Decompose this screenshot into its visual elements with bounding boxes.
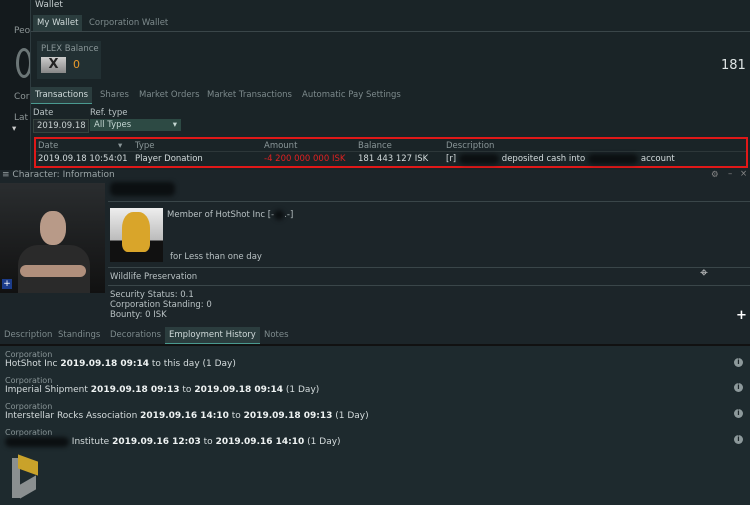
chevron-down-icon[interactable]: ▾ (12, 124, 16, 134)
cell-amount: -4 200 000 000 ISK (264, 154, 346, 164)
tab-my-wallet[interactable]: My Wallet (33, 15, 83, 32)
character-portrait[interactable]: + (0, 183, 105, 293)
list-item[interactable]: Corporation Interstellar Rocks Associatio… (5, 402, 369, 421)
info-icon[interactable]: i (734, 383, 743, 392)
plex-icon: X (41, 57, 66, 73)
bg-label: Lat (14, 113, 29, 123)
faction-link[interactable]: Wildlife Preservation (110, 272, 197, 282)
add-icon[interactable]: + (736, 308, 747, 323)
col-balance[interactable]: Balance (358, 141, 392, 151)
col-date[interactable]: Date ▾ (38, 141, 122, 151)
balance-value: 181 (721, 58, 746, 73)
cell-balance: 181 443 127 ISK (358, 154, 429, 164)
watermark-logo (12, 454, 38, 499)
bg-label: Cor (14, 92, 30, 102)
info-icon[interactable]: i (734, 409, 743, 418)
col-description[interactable]: Description (446, 141, 494, 151)
corporation-logo[interactable] (110, 208, 163, 262)
character-info-window: ≡ Character: Information ⚙ – × + Member … (0, 169, 750, 505)
tab-shares[interactable]: Shares (96, 87, 133, 103)
list-item[interactable]: Corporationxxxxxxxxxxxx Institute 2019.0… (5, 428, 341, 447)
security-status: Security Status: 0.1 (110, 290, 194, 300)
cell-type: Player Donation (135, 154, 203, 164)
ref-type-label: Ref. type (90, 108, 128, 118)
tab-transactions[interactable]: Transactions (31, 87, 93, 104)
tab-automatic-pay[interactable]: Automatic Pay Settings (298, 87, 405, 103)
date-label: Date (33, 108, 54, 118)
close-icon[interactable]: × (740, 169, 747, 179)
ref-type-select[interactable]: All Types ▾ (90, 119, 181, 131)
tab-standings[interactable]: Standings (54, 327, 104, 343)
tab-corporation-wallet[interactable]: Corporation Wallet (85, 15, 172, 31)
col-amount[interactable]: Amount (264, 141, 297, 151)
settings-icon[interactable]: ⚙ (711, 170, 719, 180)
tab-market-orders[interactable]: Market Orders (135, 87, 204, 103)
ref-type-value: All Types (94, 120, 132, 130)
cell-description: [r] xxxxxxxx deposited cash into xxxxxxx… (446, 154, 675, 164)
transactions-table: Date ▾ Type Amount Balance Description 20… (34, 137, 748, 168)
crosshair-icon: ⌖ (700, 265, 708, 281)
character-name (110, 182, 175, 196)
tab-market-transactions[interactable]: Market Transactions (203, 87, 296, 103)
bounty: Bounty: 0 ISK (110, 310, 167, 320)
info-icon[interactable]: i (734, 435, 743, 444)
bg-label: Peo (14, 26, 31, 36)
membership-duration: for Less than one day (170, 252, 262, 262)
plex-value: 0 (73, 58, 80, 71)
wallet-window: Wallet My Wallet Corporation Wallet PLEX… (30, 0, 750, 170)
date-input[interactable]: 2019.09.18 (33, 119, 89, 133)
window-title: ≡ Character: Information (2, 170, 115, 180)
tab-description[interactable]: Description (0, 327, 56, 343)
tab-employment-history[interactable]: Employment History (165, 327, 260, 344)
list-item[interactable]: Corporation HotShot Inc 2019.09.18 09:14 … (5, 350, 236, 369)
tab-decorations[interactable]: Decorations (106, 327, 165, 343)
info-icon[interactable]: i (734, 358, 743, 367)
tab-notes[interactable]: Notes (260, 327, 293, 343)
corporation-standing: Corporation Standing: 0 (110, 300, 212, 310)
chevron-down-icon: ▾ (172, 120, 177, 130)
plex-balance-panel: PLEX Balance X 0 (37, 41, 101, 79)
window-title: Wallet (35, 0, 63, 10)
cell-date: 2019.09.18 10:54:01 (38, 154, 128, 164)
col-type[interactable]: Type (135, 141, 155, 151)
background-window: Peo Cor Lat ▾ (0, 0, 32, 170)
add-icon[interactable]: + (2, 279, 12, 289)
list-item[interactable]: Corporation Imperial Shipment 2019.09.18 … (5, 376, 319, 395)
sort-icon: ▾ (118, 141, 123, 151)
plex-label: PLEX Balance (41, 44, 99, 54)
member-of-text: Member of HotShot Inc [-xx.-] (167, 210, 294, 220)
minimize-icon[interactable]: – (728, 169, 732, 179)
